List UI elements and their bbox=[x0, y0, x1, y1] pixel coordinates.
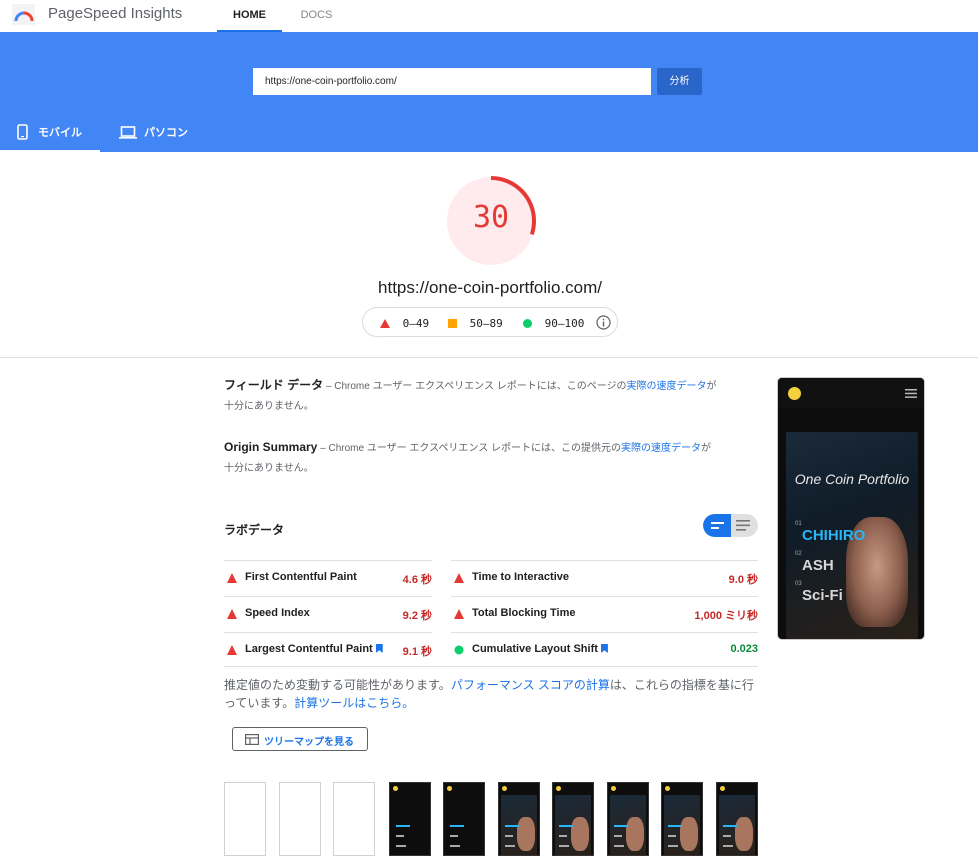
url-input[interactable] bbox=[253, 68, 651, 95]
metric-value: 0.023 bbox=[730, 643, 758, 655]
info-icon[interactable] bbox=[596, 315, 611, 330]
filmstrip-frame bbox=[716, 782, 758, 856]
lab-data-title: ラボデータ bbox=[224, 523, 285, 537]
metric-value: 1,000 ミリ秒 bbox=[694, 610, 758, 622]
mobile-icon bbox=[17, 124, 28, 140]
filmstrip-frame bbox=[661, 782, 703, 856]
analyze-button[interactable]: 分析 bbox=[657, 68, 702, 95]
hamburger-icon bbox=[905, 389, 917, 398]
analyzed-url: https://one-coin-portfolio.com/ bbox=[378, 278, 602, 297]
score-calc-link[interactable]: パフォーマンス スコアの計算 bbox=[451, 678, 610, 692]
filmstrip-frame bbox=[389, 782, 431, 856]
metric-row: Total Blocking Time 1,000 ミリ秒 bbox=[451, 596, 758, 631]
legend-pass: 90–100 bbox=[523, 317, 584, 330]
view-toggle[interactable] bbox=[703, 514, 758, 537]
treemap-button[interactable]: ツリーマップを見る bbox=[232, 727, 368, 751]
app-title[interactable]: PageSpeed Insights bbox=[48, 5, 182, 22]
bookmark-icon bbox=[375, 644, 383, 653]
tab-mobile-label: モバイル bbox=[38, 127, 82, 139]
field-data-title: フィールド データ bbox=[224, 378, 324, 392]
tab-mobile[interactable]: モバイル bbox=[0, 118, 100, 152]
fail-triangle-icon bbox=[227, 609, 237, 619]
summary-view-icon bbox=[711, 522, 724, 529]
origin-summary-section: Origin Summary – Chrome ユーザー エクスペリエンス レポ… bbox=[224, 438, 719, 478]
origin-summary-title: Origin Summary bbox=[224, 440, 318, 454]
final-screenshot: One Coin Portfolio 01 CHIHIRO 02 ASH 03 Sci-F… bbox=[777, 377, 925, 640]
legend-average: 50–89 bbox=[448, 317, 503, 330]
fail-triangle-icon bbox=[227, 645, 237, 655]
tab-home[interactable]: HOME bbox=[217, 0, 282, 32]
filmstrip-frame bbox=[224, 782, 266, 856]
metric-value: 9.0 秒 bbox=[728, 574, 758, 586]
calculator-link[interactable]: 計算ツールはこちら。 bbox=[294, 696, 414, 710]
metric-name: First Contentful Paint bbox=[245, 571, 357, 583]
metric-row: Time to Interactive 9.0 秒 bbox=[451, 560, 758, 595]
toggle-summary-option[interactable] bbox=[703, 514, 731, 537]
metric-row: First Contentful Paint 4.6 秒 bbox=[224, 560, 432, 595]
divider bbox=[0, 357, 978, 358]
preview-item-number: 03 bbox=[795, 581, 802, 587]
metric-name: Largest Contentful Paint bbox=[245, 643, 383, 655]
square-icon bbox=[448, 319, 457, 328]
filmstrip-frame bbox=[279, 782, 321, 856]
list-view-icon[interactable] bbox=[736, 520, 750, 531]
filmstrip-frame bbox=[333, 782, 375, 856]
preview-item-label: CHIHIRO bbox=[802, 527, 866, 544]
fail-triangle-icon bbox=[227, 573, 237, 583]
metric-name: Cumulative Layout Shift bbox=[472, 643, 608, 655]
bookmark-icon bbox=[600, 644, 608, 653]
treemap-icon bbox=[245, 734, 259, 745]
tab-desktop[interactable]: パソコン bbox=[110, 118, 210, 152]
score-legend: 0–49 50–89 90–100 bbox=[362, 307, 618, 337]
filmstrip-frame bbox=[552, 782, 594, 856]
metric-name: Total Blocking Time bbox=[472, 607, 576, 619]
metric-value: 9.2 秒 bbox=[402, 610, 432, 622]
preview-site-title: One Coin Portfolio bbox=[794, 471, 910, 487]
circle-icon bbox=[523, 319, 532, 328]
tab-docs[interactable]: DOCS bbox=[289, 0, 344, 32]
metric-row: Cumulative Layout Shift 0.023 bbox=[451, 632, 758, 667]
pagespeed-logo-icon[interactable] bbox=[12, 4, 35, 25]
metric-name: Time to Interactive bbox=[472, 571, 569, 583]
metric-row: Speed Index 9.2 秒 bbox=[224, 596, 432, 631]
metrics-bottom-divider bbox=[224, 666, 758, 667]
metrics-note: 推定値のため変動する可能性があります。パフォーマンス スコアの計算は、これらの指… bbox=[224, 678, 754, 710]
pass-circle-icon bbox=[454, 645, 464, 655]
preview-item-number: 02 bbox=[795, 551, 802, 557]
filmstrip-frame bbox=[443, 782, 485, 856]
metric-value: 9.1 秒 bbox=[402, 646, 432, 658]
treemap-label: ツリーマップを見る bbox=[264, 737, 354, 748]
tab-desktop-label: パソコン bbox=[144, 127, 188, 139]
metric-value: 4.6 秒 bbox=[402, 574, 432, 586]
performance-score: 30 bbox=[472, 200, 510, 235]
metric-row: Largest Contentful Paint 9.1 秒 bbox=[224, 632, 432, 667]
triangle-icon bbox=[380, 319, 390, 328]
filmstrip-frame bbox=[607, 782, 649, 856]
preview-item-number: 01 bbox=[795, 521, 802, 527]
fail-triangle-icon bbox=[454, 609, 464, 619]
legend-fail: 0–49 bbox=[380, 317, 429, 330]
field-data-section: フィールド データ – Chrome ユーザー エクスペリエンス レポートには、… bbox=[224, 376, 719, 416]
field-data-link[interactable]: 実際の速度データ bbox=[627, 381, 707, 392]
preview-item-label: ASH bbox=[802, 557, 834, 574]
preview-item-label: Sci-Fi bbox=[802, 587, 843, 604]
metric-name: Speed Index bbox=[245, 607, 310, 619]
filmstrip-frame bbox=[498, 782, 540, 856]
laptop-icon bbox=[119, 126, 137, 139]
origin-summary-link[interactable]: 実際の速度データ bbox=[621, 443, 701, 454]
preview-logo-icon bbox=[788, 387, 801, 400]
fail-triangle-icon bbox=[454, 573, 464, 583]
